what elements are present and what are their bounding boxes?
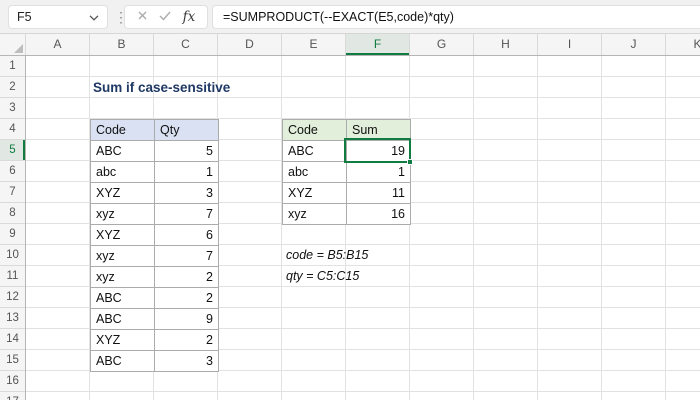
row-header-2[interactable]: 2	[0, 77, 25, 98]
insert-function-icon[interactable]: fx	[183, 9, 196, 25]
table2-header-code[interactable]: Code	[283, 120, 347, 141]
table-cell[interactable]: ABC	[283, 141, 347, 162]
column-headers: A B C D E F G H I J K	[0, 34, 700, 56]
table1-header-code[interactable]: Code	[91, 120, 155, 141]
table-cell[interactable]: 11	[347, 183, 411, 204]
table-cell[interactable]: 2	[155, 267, 219, 288]
table-cell[interactable]: 5	[155, 141, 219, 162]
table-cell[interactable]: xyz	[91, 267, 155, 288]
table-cell[interactable]: ABC	[91, 141, 155, 162]
name-box-value: F5	[17, 10, 32, 24]
column-header-b[interactable]: B	[90, 34, 154, 55]
row-header-4[interactable]: 4	[0, 119, 25, 140]
row-header-3[interactable]: 3	[0, 98, 25, 119]
table2-header-sum[interactable]: Sum	[347, 120, 411, 141]
formula-bar: F5 ⋮ fx =SUMPRODUCT(--EXACT(E5,code)*qty…	[0, 0, 700, 34]
column-header-d[interactable]: D	[218, 34, 282, 55]
table-cell[interactable]: 1	[155, 162, 219, 183]
row-header-15[interactable]: 15	[0, 350, 25, 371]
table-cell[interactable]: xyz	[283, 204, 347, 225]
table-cell[interactable]: 9	[155, 309, 219, 330]
row-header-5-selected[interactable]: 5	[0, 140, 25, 161]
table-cell[interactable]: 3	[155, 183, 219, 204]
row-header-10[interactable]: 10	[0, 245, 25, 266]
row-headers: 1 2 3 4 5 6 7 8 9 10 11 12 13 14 15 16 1…	[0, 56, 26, 400]
select-all-button[interactable]	[0, 34, 26, 55]
data-table-code-qty: Code Qty ABC 5 abc 1 XYZ 3 xyz 7 XYZ 6 x…	[90, 119, 219, 372]
formula-bar-buttons: fx	[124, 5, 208, 29]
row-header-13[interactable]: 13	[0, 308, 25, 329]
table1-header-qty[interactable]: Qty	[155, 120, 219, 141]
row-header-1[interactable]: 1	[0, 56, 25, 77]
table-cell[interactable]: abc	[283, 162, 347, 183]
table-cell[interactable]: xyz	[91, 204, 155, 225]
table-cell[interactable]: abc	[91, 162, 155, 183]
row-header-16[interactable]: 16	[0, 371, 25, 392]
table-cell[interactable]: 2	[155, 330, 219, 351]
fill-handle[interactable]	[407, 159, 413, 165]
table-cell[interactable]: 7	[155, 204, 219, 225]
table-cell[interactable]: ABC	[91, 288, 155, 309]
table-cell[interactable]: 16	[347, 204, 411, 225]
column-header-i[interactable]: I	[538, 34, 602, 55]
table-cell[interactable]: XYZ	[283, 183, 347, 204]
table-cell[interactable]: ABC	[91, 351, 155, 372]
selected-cell-f5[interactable]: 19	[347, 141, 411, 162]
column-header-e[interactable]: E	[282, 34, 346, 55]
column-header-j[interactable]: J	[602, 34, 666, 55]
column-header-g[interactable]: G	[410, 34, 474, 55]
table-cell[interactable]: XYZ	[91, 330, 155, 351]
enter-check-icon[interactable]	[159, 8, 171, 26]
row-header-9[interactable]: 9	[0, 224, 25, 245]
column-header-a[interactable]: A	[26, 34, 90, 55]
table-cell[interactable]: 1	[347, 162, 411, 183]
column-header-f-selected[interactable]: F	[346, 34, 410, 55]
row-header-6[interactable]: 6	[0, 161, 25, 182]
formula-text: =SUMPRODUCT(--EXACT(E5,code)*qty)	[223, 10, 454, 24]
table-cell[interactable]: 7	[155, 246, 219, 267]
table-cell[interactable]: XYZ	[91, 225, 155, 246]
column-header-k[interactable]: K	[666, 34, 700, 55]
named-range-note-code[interactable]: code = B5:B15	[282, 245, 368, 266]
column-header-h[interactable]: H	[474, 34, 538, 55]
named-range-note-qty[interactable]: qty = C5:C15	[282, 266, 359, 287]
result-table-code-sum: Code Sum ABC 19 abc 1 XYZ 11 xyz 16	[282, 119, 411, 225]
row-header-8[interactable]: 8	[0, 203, 25, 224]
excel-window: F5 ⋮ fx =SUMPRODUCT(--EXACT(E5,code)*qty…	[0, 0, 700, 400]
formula-input[interactable]: =SUMPRODUCT(--EXACT(E5,code)*qty)	[212, 5, 700, 29]
row-header-14[interactable]: 14	[0, 329, 25, 350]
chevron-down-icon[interactable]	[89, 10, 99, 24]
row-header-17[interactable]: 17	[0, 392, 25, 400]
cancel-icon[interactable]	[137, 8, 148, 26]
table-cell[interactable]: XYZ	[91, 183, 155, 204]
row-header-7[interactable]: 7	[0, 182, 25, 203]
column-header-c[interactable]: C	[154, 34, 218, 55]
table-cell[interactable]: 3	[155, 351, 219, 372]
sheet-grid[interactable]: 1 2 3 4 5 6 7 8 9 10 11 12 13 14 15 16 1…	[0, 56, 700, 400]
row-header-12[interactable]: 12	[0, 287, 25, 308]
table-cell[interactable]: ABC	[91, 309, 155, 330]
table-cell[interactable]: 2	[155, 288, 219, 309]
page-title[interactable]: Sum if case-sensitive	[90, 77, 230, 98]
table-cell[interactable]: 6	[155, 225, 219, 246]
row-header-11[interactable]: 11	[0, 266, 25, 287]
name-box[interactable]: F5	[8, 5, 108, 29]
table-cell[interactable]: xyz	[91, 246, 155, 267]
select-all-triangle-icon	[14, 44, 23, 53]
